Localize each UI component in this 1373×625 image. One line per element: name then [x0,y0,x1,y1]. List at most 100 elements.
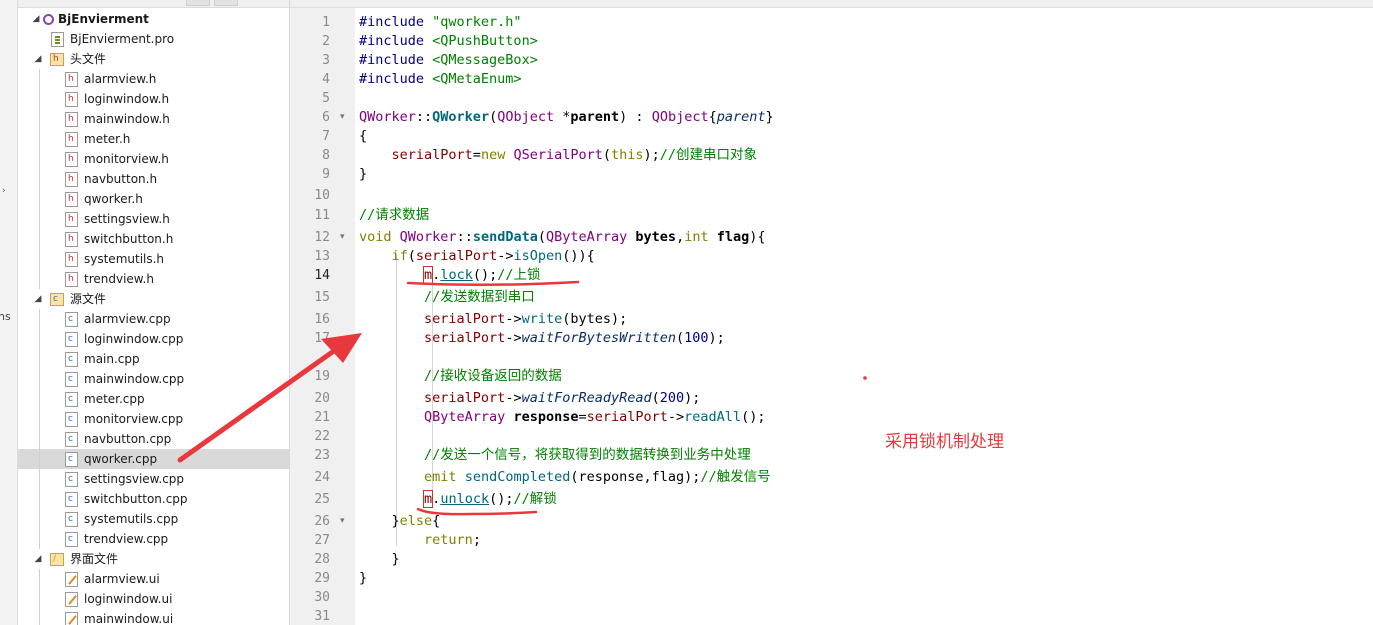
line-number: 14 [314,268,330,283]
fold-marker-icon[interactable]: ▾ [340,228,345,247]
tree-node-headers[interactable]: ◢ 头文件 [18,49,289,69]
mutex-variable-highlight: m [423,490,434,508]
form-file-item[interactable]: loginwindow.ui [18,589,289,609]
code-line-13[interactable]: if(serialPort->isOpen()){ [359,247,595,266]
source-file-item[interactable]: switchbutton.cpp [18,489,289,509]
header-file-item[interactable]: loginwindow.h [18,89,289,109]
line-number: 5 [322,91,330,106]
file-label: navbutton.cpp [84,432,172,446]
h-file-icon [65,152,78,167]
line-number: 27 [314,533,330,548]
code-line-6[interactable]: QWorker::QWorker(QObject *parent) : QObj… [359,108,774,127]
code-line-23[interactable]: //发送一个信号，将获取得到的数据转换到业务中处理 [359,446,751,465]
h-file-icon [65,212,78,227]
code-line-12[interactable]: void QWorker::sendData(QByteArray bytes,… [359,228,766,247]
fold-marker-icon[interactable]: ▾ [340,108,345,127]
code-line-15[interactable]: //发送数据到串口 [359,288,535,307]
header-file-item[interactable]: meter.h [18,129,289,149]
line-number: 4 [322,72,330,87]
source-file-item[interactable]: settingsview.cpp [18,469,289,489]
tree-guide-line [39,89,40,109]
header-file-item[interactable]: switchbutton.h [18,229,289,249]
code-line-20[interactable]: serialPort->waitForReadyRead(200); [359,389,700,408]
h-file-icon [65,132,78,147]
line-number: 3 [322,53,330,68]
sources-folder-label: 源文件 [70,292,107,306]
source-file-item[interactable]: trendview.cpp [18,529,289,549]
form-file-item[interactable]: mainwindow.ui [18,609,289,625]
source-file-item[interactable]: monitorview.cpp [18,409,289,429]
code-line-11[interactable]: //请求数据 [359,206,429,225]
file-label: alarmview.cpp [84,312,171,326]
header-file-item[interactable]: monitorview.h [18,149,289,169]
header-file-item[interactable]: systemutils.h [18,249,289,269]
source-file-item[interactable]: mainwindow.cpp [18,369,289,389]
source-file-item[interactable]: qworker.cpp [18,449,289,469]
tree-toolbar-button[interactable] [214,0,238,6]
code-editor[interactable]: #include "qworker.h" #include <QPushButt… [355,8,1373,625]
h-file-icon [65,112,78,127]
code-line-19[interactable]: //接收设备返回的数据 [359,367,562,386]
source-file-item[interactable]: alarmview.cpp [18,309,289,329]
code-line-9[interactable]: } [359,165,367,184]
code-line-24[interactable]: emit sendCompleted(response,flag);//触发信号 [359,468,771,487]
tree-guide-line [39,129,40,149]
code-line-27[interactable]: return; [359,531,481,550]
collapse-arrow-icon[interactable]: ◢ [30,9,42,29]
tree-node-forms[interactable]: ◢ 界面文件 [18,549,289,569]
collapse-arrow-icon[interactable]: ◢ [32,49,44,69]
line-number: 16 [314,312,330,327]
header-file-item[interactable]: trendview.h [18,269,289,289]
file-label: alarmview.h [84,72,157,86]
tree-guide-line [39,489,40,509]
expand-arrow-icon[interactable]: › [2,186,6,196]
code-line-21[interactable]: QByteArray response=serialPort->readAll(… [359,408,765,427]
collapse-arrow-icon[interactable]: ◢ [32,289,44,309]
form-file-item[interactable]: alarmview.ui [18,569,289,589]
tree-node-project[interactable]: ◢ BjEnvierment [18,9,289,29]
tree-node-pro-file[interactable]: BjEnvierment.pro [18,29,289,49]
file-label: mainwindow.cpp [84,372,185,386]
tree-node-sources[interactable]: ◢ 源文件 [18,289,289,309]
code-line-25[interactable]: m.unlock();//解锁 [359,490,557,509]
h-file-icon [65,92,78,107]
line-number: 19 [314,369,330,384]
h-file-icon [65,192,78,207]
code-line-8[interactable]: serialPort=new QSerialPort(this);//创建串口对… [359,146,758,165]
code-line-1[interactable]: #include "qworker.h" [359,13,522,32]
project-tree: ◢ BjEnvierment BjEnvierment.pro ◢ 头文件 al… [18,0,290,625]
collapse-arrow-icon[interactable]: ◢ [32,549,44,569]
code-line-7[interactable]: { [359,127,367,146]
cpp-file-icon [65,372,78,387]
code-line-4[interactable]: #include <QMetaEnum> [359,70,522,89]
tree-guide-line [39,429,40,449]
header-file-item[interactable]: alarmview.h [18,69,289,89]
source-file-item[interactable]: systemutils.cpp [18,509,289,529]
header-file-item[interactable]: qworker.h [18,189,289,209]
line-number: 25 [314,492,330,507]
code-line-14[interactable]: m.lock();//上锁 [359,266,540,285]
code-line-2[interactable]: #include <QPushButton> [359,32,538,51]
code-line-26[interactable]: }else{ [359,512,441,531]
header-file-item[interactable]: settingsview.h [18,209,289,229]
code-line-29[interactable]: } [359,569,367,588]
source-file-item[interactable]: loginwindow.cpp [18,329,289,349]
line-number: 29 [314,571,330,586]
fold-marker-icon[interactable]: ▾ [340,512,345,531]
tree-guide-line [39,389,40,409]
line-number: 8 [322,148,330,163]
code-line-16[interactable]: serialPort->write(bytes); [359,310,627,329]
code-line-28[interactable]: } [359,550,400,569]
header-file-item[interactable]: mainwindow.h [18,109,289,129]
tree-guide-line [39,509,40,529]
file-label: loginwindow.ui [84,592,173,606]
source-file-item[interactable]: navbutton.cpp [18,429,289,449]
source-file-item[interactable]: main.cpp [18,349,289,369]
tree-toolbar-button[interactable] [186,0,210,6]
code-line-17[interactable]: serialPort->waitForBytesWritten(100); [359,329,725,348]
header-file-item[interactable]: navbutton.h [18,169,289,189]
source-file-item[interactable]: meter.cpp [18,389,289,409]
line-number: 15 [314,290,330,305]
code-line-3[interactable]: #include <QMessageBox> [359,51,538,70]
tree-guide-line [39,69,40,89]
